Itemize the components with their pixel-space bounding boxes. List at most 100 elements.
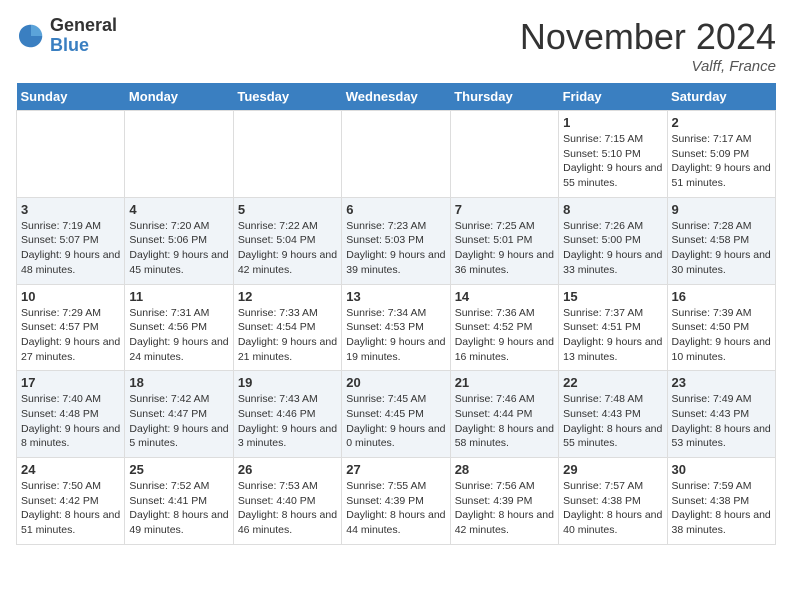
calendar-cell: 14 Sunrise: 7:36 AM Sunset: 4:52 PM Dayli… bbox=[450, 284, 558, 371]
day-number: 8 bbox=[563, 202, 662, 217]
day-number: 1 bbox=[563, 115, 662, 130]
day-info: Sunrise: 7:59 AM Sunset: 4:38 PM Dayligh… bbox=[672, 479, 771, 538]
day-number: 30 bbox=[672, 462, 771, 477]
calendar-cell: 16Sunrise: 7:39 AM Sunset: 4:50 PM Dayli… bbox=[667, 284, 775, 371]
calendar-cell: 24 Sunrise: 7:50 AM Sunset: 4:42 PM Dayli… bbox=[17, 458, 125, 545]
day-number: 6 bbox=[346, 202, 445, 217]
day-number: 3 bbox=[21, 202, 120, 217]
day-number: 12 bbox=[238, 289, 337, 304]
day-info: Sunrise: 7:43 AM Sunset: 4:46 PM Dayligh… bbox=[238, 392, 337, 451]
day-number: 11 bbox=[129, 289, 228, 304]
weekday-header-tuesday: Tuesday bbox=[233, 83, 341, 111]
calendar-cell: 29 Sunrise: 7:57 AM Sunset: 4:38 PM Dayli… bbox=[559, 458, 667, 545]
day-number: 27 bbox=[346, 462, 445, 477]
calendar-cell bbox=[450, 111, 558, 198]
day-number: 24 bbox=[21, 462, 120, 477]
calendar-cell: 27 Sunrise: 7:55 AM Sunset: 4:39 PM Dayli… bbox=[342, 458, 450, 545]
calendar-header: SundayMondayTuesdayWednesdayThursdayFrid… bbox=[17, 83, 776, 111]
day-info: Sunrise: 7:17 AM Sunset: 5:09 PM Dayligh… bbox=[672, 132, 771, 191]
weekday-header-saturday: Saturday bbox=[667, 83, 775, 111]
calendar-cell bbox=[233, 111, 341, 198]
day-info: Sunrise: 7:56 AM Sunset: 4:39 PM Dayligh… bbox=[455, 479, 554, 538]
calendar-cell: 30 Sunrise: 7:59 AM Sunset: 4:38 PM Dayli… bbox=[667, 458, 775, 545]
day-info: Sunrise: 7:23 AM Sunset: 5:03 PM Dayligh… bbox=[346, 219, 445, 278]
day-number: 5 bbox=[238, 202, 337, 217]
calendar-cell: 13 Sunrise: 7:34 AM Sunset: 4:53 PM Dayli… bbox=[342, 284, 450, 371]
logo-icon bbox=[16, 21, 46, 51]
day-number: 10 bbox=[21, 289, 120, 304]
month-title: November 2024 bbox=[520, 16, 776, 58]
calendar-cell: 15Sunrise: 7:37 AM Sunset: 4:51 PM Dayli… bbox=[559, 284, 667, 371]
calendar-table: SundayMondayTuesdayWednesdayThursdayFrid… bbox=[16, 83, 776, 545]
calendar-cell: 2 Sunrise: 7:17 AM Sunset: 5:09 PM Daylig… bbox=[667, 111, 775, 198]
day-number: 18 bbox=[129, 375, 228, 390]
day-number: 17 bbox=[21, 375, 120, 390]
day-number: 13 bbox=[346, 289, 445, 304]
day-info: Sunrise: 7:26 AM Sunset: 5:00 PM Dayligh… bbox=[563, 219, 662, 278]
day-number: 22 bbox=[563, 375, 662, 390]
calendar-cell: 22 Sunrise: 7:48 AM Sunset: 4:43 PM Dayli… bbox=[559, 371, 667, 458]
day-info: Sunrise: 7:25 AM Sunset: 5:01 PM Dayligh… bbox=[455, 219, 554, 278]
calendar-cell bbox=[342, 111, 450, 198]
calendar-cell: 21Sunrise: 7:46 AM Sunset: 4:44 PM Dayli… bbox=[450, 371, 558, 458]
day-number: 7 bbox=[455, 202, 554, 217]
day-number: 15 bbox=[563, 289, 662, 304]
week-row-1: 1Sunrise: 7:15 AM Sunset: 5:10 PM Daylig… bbox=[17, 111, 776, 198]
week-row-2: 3Sunrise: 7:19 AM Sunset: 5:07 PM Daylig… bbox=[17, 197, 776, 284]
day-info: Sunrise: 7:39 AM Sunset: 4:50 PM Dayligh… bbox=[672, 306, 771, 365]
day-info: Sunrise: 7:57 AM Sunset: 4:38 PM Dayligh… bbox=[563, 479, 662, 538]
day-number: 2 bbox=[672, 115, 771, 130]
calendar-cell: 10Sunrise: 7:29 AM Sunset: 4:57 PM Dayli… bbox=[17, 284, 125, 371]
day-info: Sunrise: 7:55 AM Sunset: 4:39 PM Dayligh… bbox=[346, 479, 445, 538]
page-header: General Blue November 2024 Valff, France bbox=[16, 16, 776, 75]
calendar-cell: 3Sunrise: 7:19 AM Sunset: 5:07 PM Daylig… bbox=[17, 197, 125, 284]
day-number: 23 bbox=[672, 375, 771, 390]
day-info: Sunrise: 7:42 AM Sunset: 4:47 PM Dayligh… bbox=[129, 392, 228, 451]
day-number: 19 bbox=[238, 375, 337, 390]
weekday-header-monday: Monday bbox=[125, 83, 233, 111]
week-row-3: 10Sunrise: 7:29 AM Sunset: 4:57 PM Dayli… bbox=[17, 284, 776, 371]
weekday-header-sunday: Sunday bbox=[17, 83, 125, 111]
day-info: Sunrise: 7:28 AM Sunset: 4:58 PM Dayligh… bbox=[672, 219, 771, 278]
day-info: Sunrise: 7:46 AM Sunset: 4:44 PM Dayligh… bbox=[455, 392, 554, 451]
calendar-cell: 8 Sunrise: 7:26 AM Sunset: 5:00 PM Daylig… bbox=[559, 197, 667, 284]
weekday-header-thursday: Thursday bbox=[450, 83, 558, 111]
calendar-cell: 6 Sunrise: 7:23 AM Sunset: 5:03 PM Daylig… bbox=[342, 197, 450, 284]
weekday-header-wednesday: Wednesday bbox=[342, 83, 450, 111]
logo-text: General Blue bbox=[50, 16, 117, 56]
day-info: Sunrise: 7:53 AM Sunset: 4:40 PM Dayligh… bbox=[238, 479, 337, 538]
title-block: November 2024 Valff, France bbox=[520, 16, 776, 75]
day-number: 14 bbox=[455, 289, 554, 304]
day-info: Sunrise: 7:49 AM Sunset: 4:43 PM Dayligh… bbox=[672, 392, 771, 451]
calendar-cell: 12Sunrise: 7:33 AM Sunset: 4:54 PM Dayli… bbox=[233, 284, 341, 371]
calendar-cell: 23 Sunrise: 7:49 AM Sunset: 4:43 PM Dayli… bbox=[667, 371, 775, 458]
day-number: 9 bbox=[672, 202, 771, 217]
day-number: 26 bbox=[238, 462, 337, 477]
calendar-cell: 7 Sunrise: 7:25 AM Sunset: 5:01 PM Daylig… bbox=[450, 197, 558, 284]
calendar-cell: 17Sunrise: 7:40 AM Sunset: 4:48 PM Dayli… bbox=[17, 371, 125, 458]
day-number: 29 bbox=[563, 462, 662, 477]
day-info: Sunrise: 7:34 AM Sunset: 4:53 PM Dayligh… bbox=[346, 306, 445, 365]
calendar-cell: 1Sunrise: 7:15 AM Sunset: 5:10 PM Daylig… bbox=[559, 111, 667, 198]
day-info: Sunrise: 7:45 AM Sunset: 4:45 PM Dayligh… bbox=[346, 392, 445, 451]
day-info: Sunrise: 7:22 AM Sunset: 5:04 PM Dayligh… bbox=[238, 219, 337, 278]
day-info: Sunrise: 7:48 AM Sunset: 4:43 PM Dayligh… bbox=[563, 392, 662, 451]
calendar-cell: 28Sunrise: 7:56 AM Sunset: 4:39 PM Dayli… bbox=[450, 458, 558, 545]
day-info: Sunrise: 7:52 AM Sunset: 4:41 PM Dayligh… bbox=[129, 479, 228, 538]
location: Valff, France bbox=[520, 58, 776, 75]
week-row-5: 24 Sunrise: 7:50 AM Sunset: 4:42 PM Dayli… bbox=[17, 458, 776, 545]
day-info: Sunrise: 7:36 AM Sunset: 4:52 PM Dayligh… bbox=[455, 306, 554, 365]
calendar-cell bbox=[125, 111, 233, 198]
calendar-cell bbox=[17, 111, 125, 198]
week-row-4: 17Sunrise: 7:40 AM Sunset: 4:48 PM Dayli… bbox=[17, 371, 776, 458]
calendar-cell: 20Sunrise: 7:45 AM Sunset: 4:45 PM Dayli… bbox=[342, 371, 450, 458]
calendar-cell: 4Sunrise: 7:20 AM Sunset: 5:06 PM Daylig… bbox=[125, 197, 233, 284]
day-number: 25 bbox=[129, 462, 228, 477]
calendar-cell: 18 Sunrise: 7:42 AM Sunset: 4:47 PM Dayli… bbox=[125, 371, 233, 458]
day-info: Sunrise: 7:50 AM Sunset: 4:42 PM Dayligh… bbox=[21, 479, 120, 538]
calendar-body: 1Sunrise: 7:15 AM Sunset: 5:10 PM Daylig… bbox=[17, 111, 776, 545]
calendar-cell: 19 Sunrise: 7:43 AM Sunset: 4:46 PM Dayli… bbox=[233, 371, 341, 458]
calendar-cell: 5 Sunrise: 7:22 AM Sunset: 5:04 PM Daylig… bbox=[233, 197, 341, 284]
day-info: Sunrise: 7:31 AM Sunset: 4:56 PM Dayligh… bbox=[129, 306, 228, 365]
weekday-header-friday: Friday bbox=[559, 83, 667, 111]
